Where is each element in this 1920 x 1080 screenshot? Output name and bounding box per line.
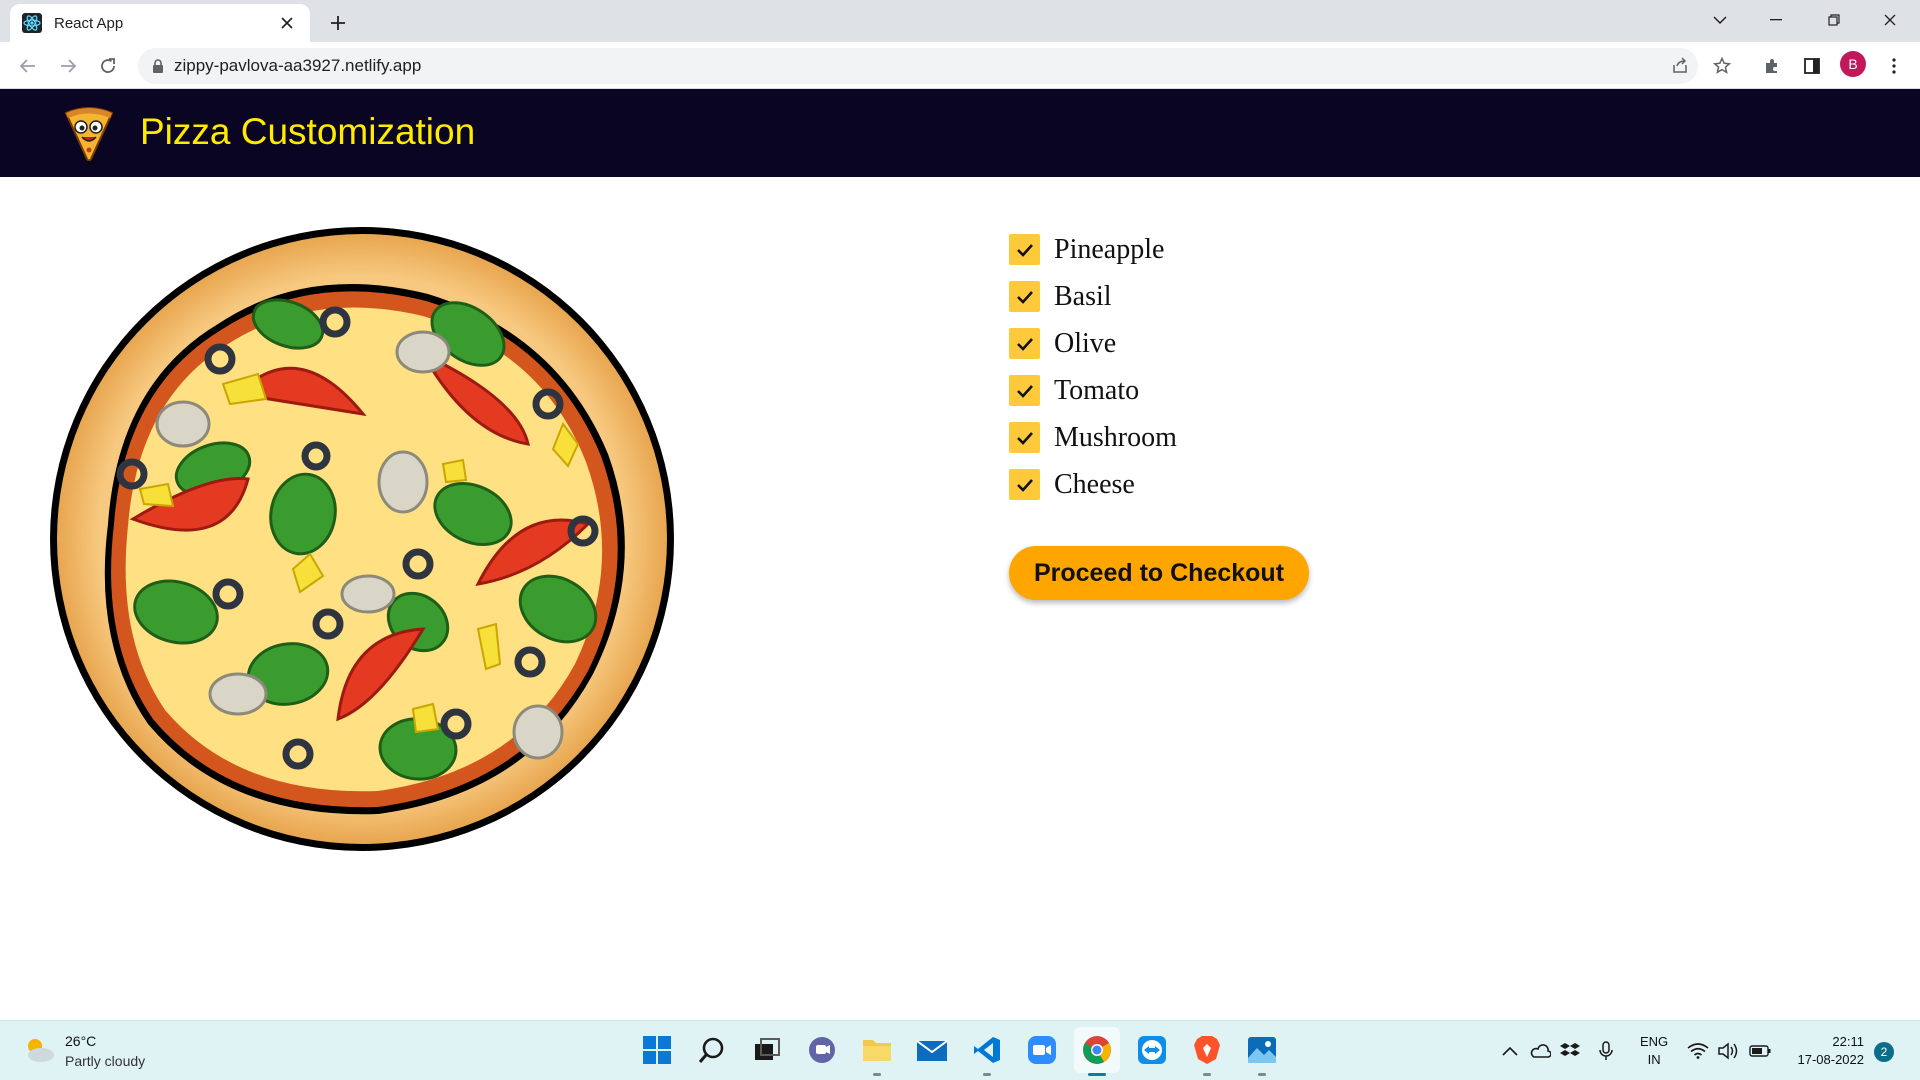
topping-item-cheese[interactable]: Cheese (1009, 461, 1177, 508)
browser-toolbar: zippy-pavlova-aa3927.netlify.app (0, 42, 1920, 89)
share-icon[interactable] (1666, 52, 1694, 80)
start-icon[interactable] (640, 1033, 674, 1067)
clock[interactable]: 22:11 17-08-2022 (1784, 1033, 1865, 1069)
teamviewer-icon[interactable] (1135, 1033, 1169, 1067)
pizza-illustration (50, 227, 674, 851)
tab-title: React App (54, 14, 124, 32)
chevron-up-icon[interactable] (1498, 1039, 1522, 1063)
chrome-indicator (1088, 1073, 1106, 1076)
clock-time: 22:11 (1832, 1034, 1864, 1049)
lock-icon (153, 59, 163, 73)
task-view-icon[interactable] (750, 1033, 784, 1067)
topping-item-pineapple[interactable]: Pineapple (1009, 226, 1177, 273)
notification-badge[interactable]: 2 (1874, 1042, 1894, 1062)
side-panel-icon[interactable] (1798, 52, 1826, 80)
lang-top: ENG (1640, 1034, 1669, 1049)
extensions-icon[interactable] (1758, 52, 1786, 80)
react-icon (22, 13, 42, 33)
taskbar: 26°C Partly cloudy ENG IN 22:11 17-08-20… (0, 1020, 1920, 1080)
checkout-button[interactable]: Proceed to Checkout (1009, 546, 1309, 600)
minimize-icon[interactable] (1752, 6, 1800, 34)
topping-item-basil[interactable]: Basil (1009, 273, 1177, 320)
photos-indicator (1258, 1073, 1266, 1076)
brave-icon[interactable] (1190, 1033, 1224, 1067)
language-indicator[interactable]: ENG IN (1640, 1033, 1668, 1069)
battery-icon[interactable] (1748, 1039, 1772, 1063)
search-icon[interactable] (695, 1033, 729, 1067)
topping-item-tomato[interactable]: Tomato (1009, 367, 1177, 414)
new-tab-button[interactable] (324, 9, 352, 37)
onedrive-icon[interactable] (1528, 1039, 1552, 1063)
dropbox-icon[interactable] (1558, 1039, 1582, 1063)
lang-bottom: IN (1647, 1052, 1661, 1067)
page-title: Pizza Customization (140, 111, 476, 152)
topping-label: Basil (1054, 280, 1112, 312)
checkmark-icon (1016, 478, 1033, 492)
profile-avatar[interactable]: B (1840, 51, 1866, 77)
topping-checkbox[interactable] (1009, 469, 1040, 500)
url-text: zippy-pavlova-aa3927.netlify.app (174, 56, 422, 75)
toppings-list: Pineapple Basil Olive Tomato Mushroom Cheese (1009, 226, 1177, 508)
topping-checkbox[interactable] (1009, 234, 1040, 265)
topping-item-olive[interactable]: Olive (1009, 320, 1177, 367)
close-window-icon[interactable] (1866, 6, 1914, 34)
vscode-icon[interactable] (970, 1033, 1004, 1067)
checkmark-icon (1016, 337, 1033, 351)
browser-tab[interactable]: React App (10, 4, 310, 42)
checkmark-icon (1016, 243, 1033, 257)
mail-icon[interactable] (915, 1033, 949, 1067)
wifi-icon[interactable] (1686, 1039, 1710, 1063)
topping-label: Pineapple (1054, 233, 1165, 265)
topping-label: Mushroom (1054, 421, 1177, 453)
topping-item-mushroom[interactable]: Mushroom (1009, 414, 1177, 461)
menu-kebab-icon[interactable] (1880, 52, 1908, 80)
checkmark-icon (1016, 431, 1033, 445)
checkmark-icon (1016, 384, 1033, 398)
tab-strip: React App (0, 0, 1920, 42)
partly-cloudy-icon[interactable] (22, 1035, 56, 1065)
weather-temp: 26°C (65, 1033, 97, 1049)
microphone-icon[interactable] (1594, 1039, 1618, 1063)
file-explorer-icon[interactable] (860, 1033, 894, 1067)
reload-icon[interactable] (94, 52, 122, 80)
volume-icon[interactable] (1716, 1039, 1740, 1063)
restore-icon[interactable] (1810, 6, 1858, 34)
forward-icon[interactable] (54, 52, 82, 80)
app-header: Pizza Customization (0, 89, 1920, 177)
zoom-icon[interactable] (1025, 1033, 1059, 1067)
topping-checkbox[interactable] (1009, 281, 1040, 312)
chrome-icon[interactable] (1074, 1027, 1120, 1073)
close-tab-icon[interactable] (276, 12, 298, 34)
back-icon[interactable] (14, 52, 42, 80)
topping-label: Cheese (1054, 468, 1135, 500)
vscode-indicator (983, 1073, 991, 1076)
photos-icon[interactable] (1245, 1033, 1279, 1067)
topping-label: Olive (1054, 327, 1117, 359)
tab-search-icon[interactable] (1696, 6, 1744, 34)
pizza-slice-logo-icon (64, 107, 114, 161)
bookmark-star-icon[interactable] (1708, 52, 1736, 80)
brave-indicator (1203, 1073, 1211, 1076)
weather-desc: Partly cloudy (65, 1053, 146, 1069)
teams-chat-icon[interactable] (805, 1033, 839, 1067)
topping-label: Tomato (1054, 374, 1140, 406)
file-explorer-indicator (873, 1073, 881, 1076)
address-bar[interactable]: zippy-pavlova-aa3927.netlify.app (138, 48, 1698, 84)
checkmark-icon (1016, 290, 1033, 304)
topping-checkbox[interactable] (1009, 375, 1040, 406)
topping-checkbox[interactable] (1009, 422, 1040, 453)
topping-checkbox[interactable] (1009, 328, 1040, 359)
clock-date: 17-08-2022 (1797, 1052, 1865, 1067)
